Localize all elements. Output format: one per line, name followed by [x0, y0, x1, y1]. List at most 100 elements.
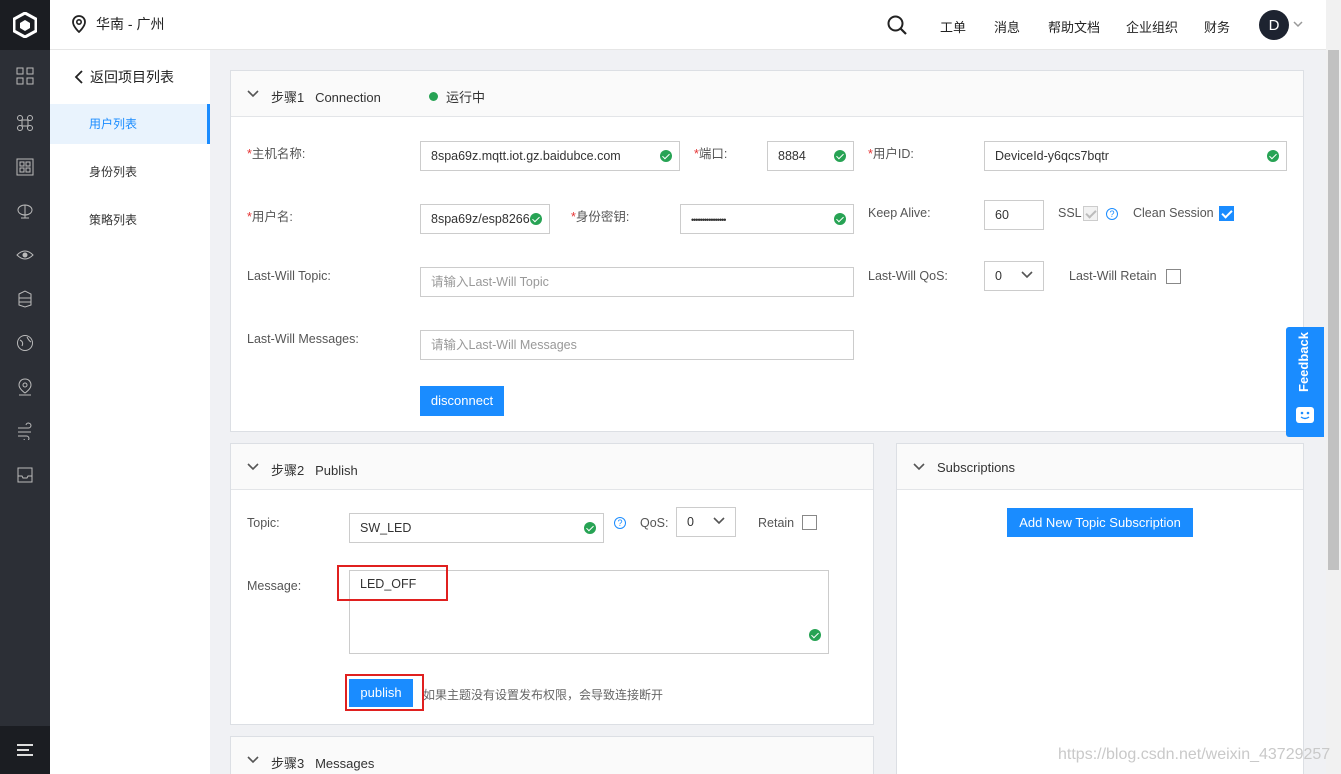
secret-label: *身份密钥:	[571, 210, 630, 224]
icon-rail	[0, 0, 50, 774]
connection-panel-header[interactable]: 步骤1 Connection 运行中	[231, 71, 1303, 117]
userid-field[interactable]: DeviceId-y6qcs7bqtr	[984, 141, 1287, 171]
chevron-left-icon	[74, 70, 83, 84]
subscriptions-panel-header[interactable]: Subscriptions	[897, 444, 1303, 490]
step1-title: 步骤1 Connection	[271, 90, 381, 105]
nav-organization[interactable]: 企业组织	[1126, 17, 1178, 36]
topic-field[interactable]: SW_LED	[349, 513, 604, 543]
help-icon[interactable]: ?	[614, 517, 626, 529]
topic-label: Topic:	[247, 516, 280, 530]
inbox-icon[interactable]	[0, 459, 50, 491]
menu-toggle-icon[interactable]	[0, 726, 50, 774]
ssl-label: SSL	[1058, 206, 1082, 220]
publish-hint: 如果主题没有设置发布权限，会导致连接断开	[423, 688, 664, 702]
project-sidebar: 返回项目列表 用户列表 身份列表 策略列表	[50, 50, 210, 774]
qos-label: QoS:	[640, 516, 669, 530]
nav-tickets[interactable]: 工单	[940, 17, 966, 36]
subscriptions-title: Subscriptions	[937, 460, 1016, 475]
username-field[interactable]: 8spa69z/esp8266	[420, 204, 550, 234]
eye-icon[interactable]	[0, 239, 50, 271]
database-icon[interactable]	[0, 283, 50, 315]
host-label: *主机名称:	[247, 147, 306, 161]
back-label: 返回项目列表	[90, 69, 174, 85]
userid-label: *用户ID:	[868, 147, 914, 161]
disconnect-button[interactable]: disconnect	[420, 386, 504, 416]
lw-messages-label: Last-Will Messages:	[247, 332, 359, 346]
valid-check-icon	[834, 150, 846, 162]
message-label: Message:	[247, 579, 302, 593]
publish-panel: 步骤2 Publish Topic: SW_LED ? QoS: 0 Retai…	[230, 443, 874, 725]
username-label: *用户名:	[247, 210, 293, 224]
lw-topic-label: Last-Will Topic:	[247, 269, 331, 283]
valid-check-icon	[530, 213, 542, 225]
highlight-publish-box	[345, 674, 424, 711]
step3-title: 步骤3 Messages	[271, 756, 375, 771]
feedback-tab[interactable]: Feedback	[1286, 327, 1324, 437]
nav-docs[interactable]: 帮助文档	[1048, 17, 1100, 36]
connection-status: 运行中	[429, 87, 485, 106]
location-pin-icon	[72, 15, 86, 33]
sidebar-item-identities[interactable]: 身份列表	[50, 152, 210, 192]
nav-messages[interactable]: 消息	[994, 17, 1020, 36]
region-label: 华南 - 广州	[96, 16, 165, 32]
publish-panel-header[interactable]: 步骤2 Publish	[231, 444, 873, 490]
keepalive-field[interactable]: 60	[984, 200, 1044, 230]
messages-panel: 步骤3 Messages	[230, 736, 874, 774]
add-subscription-button[interactable]: Add New Topic Subscription	[1007, 508, 1193, 537]
location-icon[interactable]	[0, 371, 50, 403]
chevron-down-icon	[713, 517, 725, 525]
lw-qos-label: Last-Will QoS:	[868, 269, 948, 283]
step2-title: 步骤2 Publish	[271, 463, 358, 478]
valid-check-icon	[660, 150, 672, 162]
lw-qos-select[interactable]: 0	[984, 261, 1044, 291]
search-icon[interactable]	[887, 15, 907, 38]
ssl-checkbox	[1083, 206, 1098, 221]
brand-logo[interactable]	[0, 0, 50, 50]
valid-check-icon	[834, 213, 846, 225]
lw-topic-input[interactable]: 请输入Last-Will Topic	[420, 267, 854, 297]
chevron-down-icon	[247, 756, 259, 764]
messages-panel-header[interactable]: 步骤3 Messages	[231, 737, 873, 774]
port-field[interactable]: 8884	[767, 141, 854, 171]
valid-check-icon	[809, 629, 821, 641]
network-icon[interactable]	[0, 107, 50, 139]
smile-icon	[1296, 407, 1314, 423]
secret-field[interactable]: ••••••••••••••••	[680, 204, 854, 234]
lw-retain-checkbox[interactable]	[1166, 269, 1181, 284]
top-bar: 华南 - 广州 工单 消息 帮助文档 企业组织 财务 D	[50, 0, 1341, 50]
page-scrollbar[interactable]	[1326, 0, 1341, 774]
host-field[interactable]: 8spa69z.mqtt.iot.gz.baidubce.com	[420, 141, 680, 171]
retain-label: Retain	[758, 516, 795, 530]
connection-panel: 步骤1 Connection 运行中 *主机名称: 8spa69z.mqtt.i…	[230, 70, 1304, 432]
lw-messages-input[interactable]: 请输入Last-Will Messages	[420, 330, 854, 360]
chevron-down-icon	[247, 90, 259, 98]
dashboard-icon[interactable]	[0, 60, 50, 92]
globe-stand-icon[interactable]	[0, 195, 50, 227]
region-selector[interactable]: 华南 - 广州	[72, 14, 164, 34]
subscriptions-panel: Subscriptions Add New Topic Subscription	[896, 443, 1304, 774]
keepalive-label: Keep Alive:	[868, 206, 931, 220]
chevron-down-icon	[1021, 271, 1033, 279]
earth-icon[interactable]	[0, 327, 50, 359]
avatar[interactable]: D	[1259, 10, 1289, 40]
feedback-label: Feedback	[1296, 332, 1311, 392]
help-icon[interactable]: ?	[1106, 208, 1118, 220]
nav-finance[interactable]: 财务	[1204, 17, 1230, 36]
status-dot-icon	[429, 92, 438, 101]
wind-icon[interactable]	[0, 415, 50, 447]
valid-check-icon	[1267, 150, 1279, 162]
clean-session-checkbox[interactable]	[1219, 206, 1234, 221]
back-to-projects-link[interactable]: 返回项目列表	[74, 67, 174, 87]
qos-select[interactable]: 0	[676, 507, 736, 537]
valid-check-icon	[584, 522, 596, 534]
clean-session-label: Clean Session	[1133, 206, 1214, 220]
sidebar-item-policies[interactable]: 策略列表	[50, 200, 210, 240]
sidebar-item-users[interactable]: 用户列表	[50, 104, 210, 144]
grid-apps-icon[interactable]	[0, 151, 50, 183]
chevron-down-icon	[913, 463, 925, 471]
scrollbar-thumb[interactable]	[1328, 50, 1339, 570]
highlight-message-box	[337, 565, 448, 601]
chevron-down-icon[interactable]	[1293, 17, 1303, 32]
retain-checkbox[interactable]	[802, 515, 817, 530]
chevron-down-icon	[247, 463, 259, 471]
